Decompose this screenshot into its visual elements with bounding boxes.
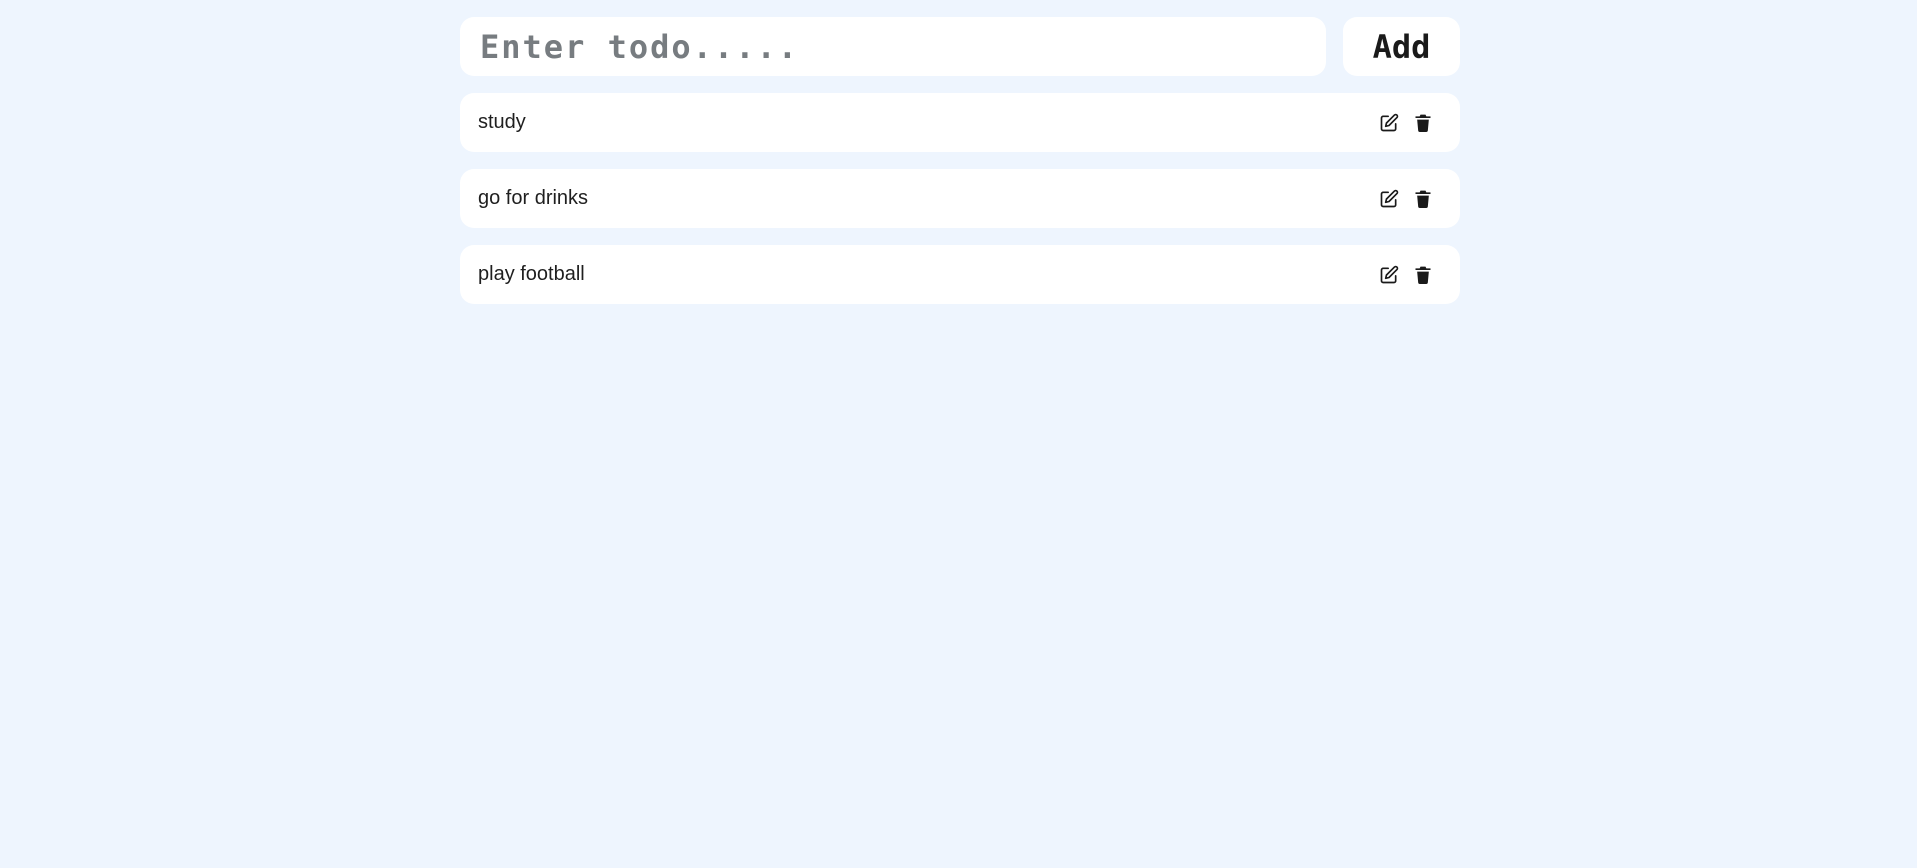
todo-text: go for drinks [478,187,589,209]
todo-list: study go for drinks play football [460,93,1460,304]
todo-actions [1376,186,1436,212]
edit-icon[interactable] [1376,186,1402,212]
edit-icon[interactable] [1376,262,1402,288]
todo-item: study [460,93,1460,152]
trash-icon[interactable] [1410,186,1436,212]
todo-text: study [478,111,526,133]
todo-text: play football [478,263,585,285]
new-todo-row: Add [460,17,1460,76]
todo-app: Add study go for dr [460,17,1460,321]
todo-input[interactable] [460,17,1326,76]
edit-icon[interactable] [1376,110,1402,136]
trash-icon[interactable] [1410,262,1436,288]
trash-icon[interactable] [1410,110,1436,136]
todo-actions [1376,262,1436,288]
todo-actions [1376,110,1436,136]
todo-item: go for drinks [460,169,1460,228]
todo-item: play football [460,245,1460,304]
add-button[interactable]: Add [1343,17,1460,76]
